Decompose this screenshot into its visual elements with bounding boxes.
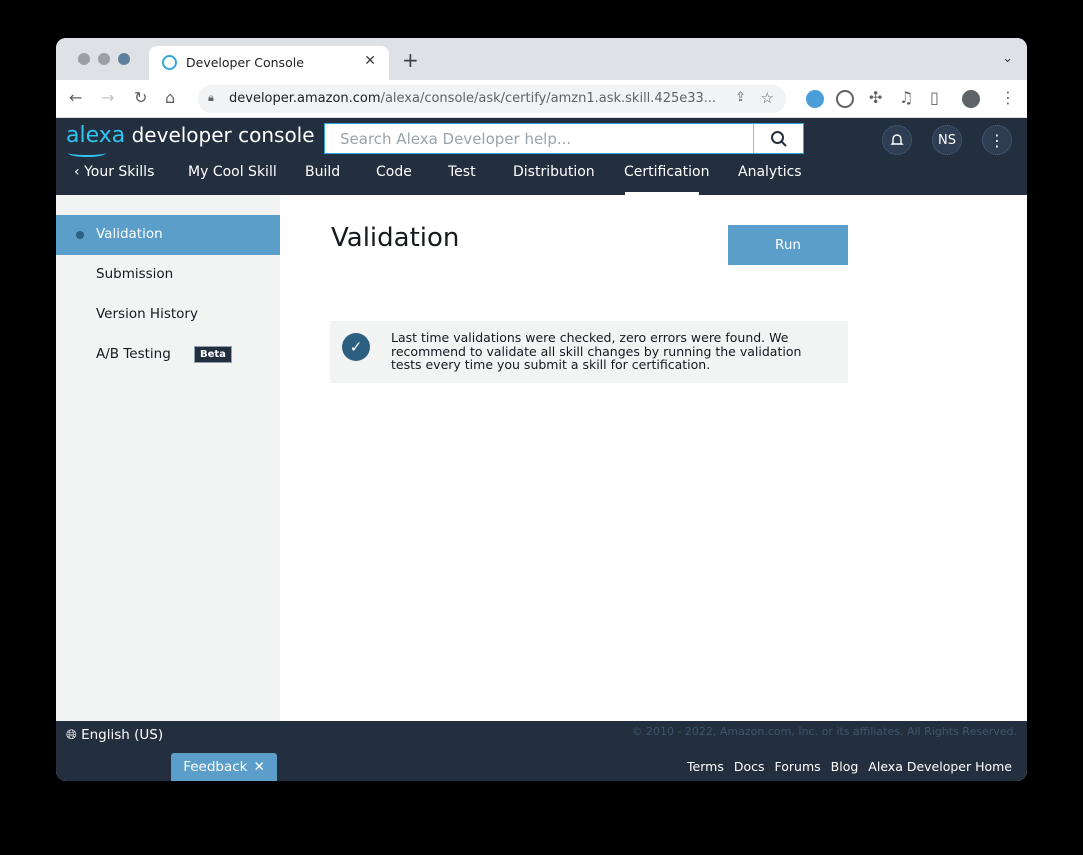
browser-tab[interactable]: Developer Console ✕ [149, 46, 389, 80]
globe-icon: 🌐︎ [66, 727, 82, 743]
nav-build[interactable]: Build [305, 164, 340, 180]
nav-certification[interactable]: Certification [624, 164, 709, 180]
profile-avatar[interactable] [962, 90, 980, 108]
new-tab-button[interactable]: + [402, 50, 419, 70]
puzzle-extensions-icon[interactable]: ✣ [869, 88, 882, 108]
footer-link-alexa-developer-home[interactable]: Alexa Developer Home [868, 759, 1012, 774]
feedback-button[interactable]: Feedback ✕ [171, 753, 277, 781]
run-button[interactable]: Run [728, 225, 848, 265]
sidebar: Validation Submission Version History A/… [56, 195, 280, 721]
close-icon[interactable]: ✕ [253, 759, 264, 775]
reload-icon[interactable]: ↻ [134, 88, 147, 108]
footer-link-docs[interactable]: Docs [734, 759, 765, 774]
tab-title: Developer Console [186, 55, 304, 70]
footer-link-forums[interactable]: Forums [775, 759, 821, 774]
sidebar-item-validation[interactable]: Validation [56, 215, 280, 255]
tab-strip: Developer Console ✕ + ⌄ [56, 38, 1027, 80]
language-selector[interactable]: 🌐︎ English (US) [66, 727, 163, 743]
footer-links: Terms Docs Forums Blog Alexa Developer Home [677, 759, 1012, 774]
url-text: developer.amazon.com/alexa/console/ask/c… [229, 91, 717, 106]
copyright-text: © 2010 - 2022, Amazon.com, Inc. or its a… [631, 725, 1017, 738]
validation-status-alert: ✓ Last time validations were checked, ze… [330, 321, 848, 383]
more-options-icon[interactable]: ⋮ [982, 125, 1012, 155]
window-minimize-control[interactable] [98, 53, 110, 65]
browser-menu-icon[interactable]: ⋮ [1000, 88, 1016, 108]
browser-window: Developer Console ✕ + ⌄ ← → ↻ ⌂ 🔒︎ devel… [56, 38, 1027, 781]
sidebar-item-ab-testing[interactable]: A/B Testing Beta [56, 335, 280, 375]
main-nav: ‹ Your Skills My Cool Skill Build Code T… [56, 162, 1027, 196]
search-button[interactable] [753, 124, 803, 153]
active-bullet-icon [76, 231, 84, 239]
user-avatar[interactable]: NS [932, 125, 962, 155]
nav-distribution[interactable]: Distribution [513, 164, 595, 180]
extension-headphones-icon[interactable] [836, 90, 854, 108]
alert-message: Last time validations were checked, zero… [391, 330, 802, 372]
nav-analytics[interactable]: Analytics [738, 164, 802, 180]
nav-your-skills[interactable]: ‹ Your Skills [74, 164, 154, 180]
sidebar-item-submission[interactable]: Submission [56, 255, 280, 295]
page-title: Validation [331, 223, 460, 253]
check-circle-icon: ✓ [342, 333, 370, 361]
search-icon [770, 130, 787, 147]
bookmark-star-icon[interactable]: ☆ [761, 89, 774, 107]
notification-bell-icon[interactable] [882, 125, 912, 155]
alexa-logo[interactable]: alexa developer console [66, 123, 315, 157]
chevron-left-icon: ‹ [74, 164, 85, 180]
footer-link-blog[interactable]: Blog [831, 759, 859, 774]
alexa-favicon-icon [162, 55, 177, 70]
share-icon[interactable]: ⇪ [735, 90, 746, 105]
search-box [324, 123, 804, 154]
nav-code[interactable]: Code [376, 164, 412, 180]
address-bar[interactable]: 🔒︎ developer.amazon.com/alexa/console/as… [198, 85, 786, 113]
app-header: alexa developer console NS ⋮ ‹ Your Skil… [56, 118, 1027, 196]
nav-test[interactable]: Test [448, 164, 476, 180]
lock-icon: 🔒︎ [208, 91, 214, 104]
media-control-icon[interactable]: ♫ [899, 88, 913, 108]
browser-toolbar: ← → ↻ ⌂ 🔒︎ developer.amazon.com/alexa/co… [56, 80, 1027, 118]
forward-arrow-icon[interactable]: → [101, 88, 114, 108]
nav-my-cool-skill[interactable]: My Cool Skill [188, 164, 277, 180]
tab-close-icon[interactable]: ✕ [364, 53, 376, 69]
search-input[interactable] [325, 124, 755, 153]
back-arrow-icon[interactable]: ← [69, 88, 82, 108]
window-close-control[interactable] [78, 53, 90, 65]
footer-link-terms[interactable]: Terms [687, 759, 724, 774]
page-footer: 🌐︎ English (US) © 2010 - 2022, Amazon.co… [56, 721, 1027, 781]
extension-icon[interactable] [806, 90, 824, 108]
beta-badge: Beta [194, 346, 232, 363]
smile-icon [68, 149, 106, 157]
window-zoom-control[interactable] [118, 53, 130, 65]
home-icon[interactable]: ⌂ [165, 88, 175, 108]
active-tab-indicator [625, 192, 699, 196]
tab-search-chevron-icon[interactable]: ⌄ [1002, 51, 1013, 66]
sidebar-item-version-history[interactable]: Version History [56, 295, 280, 335]
sidepanel-icon[interactable]: ▯ [930, 88, 939, 108]
